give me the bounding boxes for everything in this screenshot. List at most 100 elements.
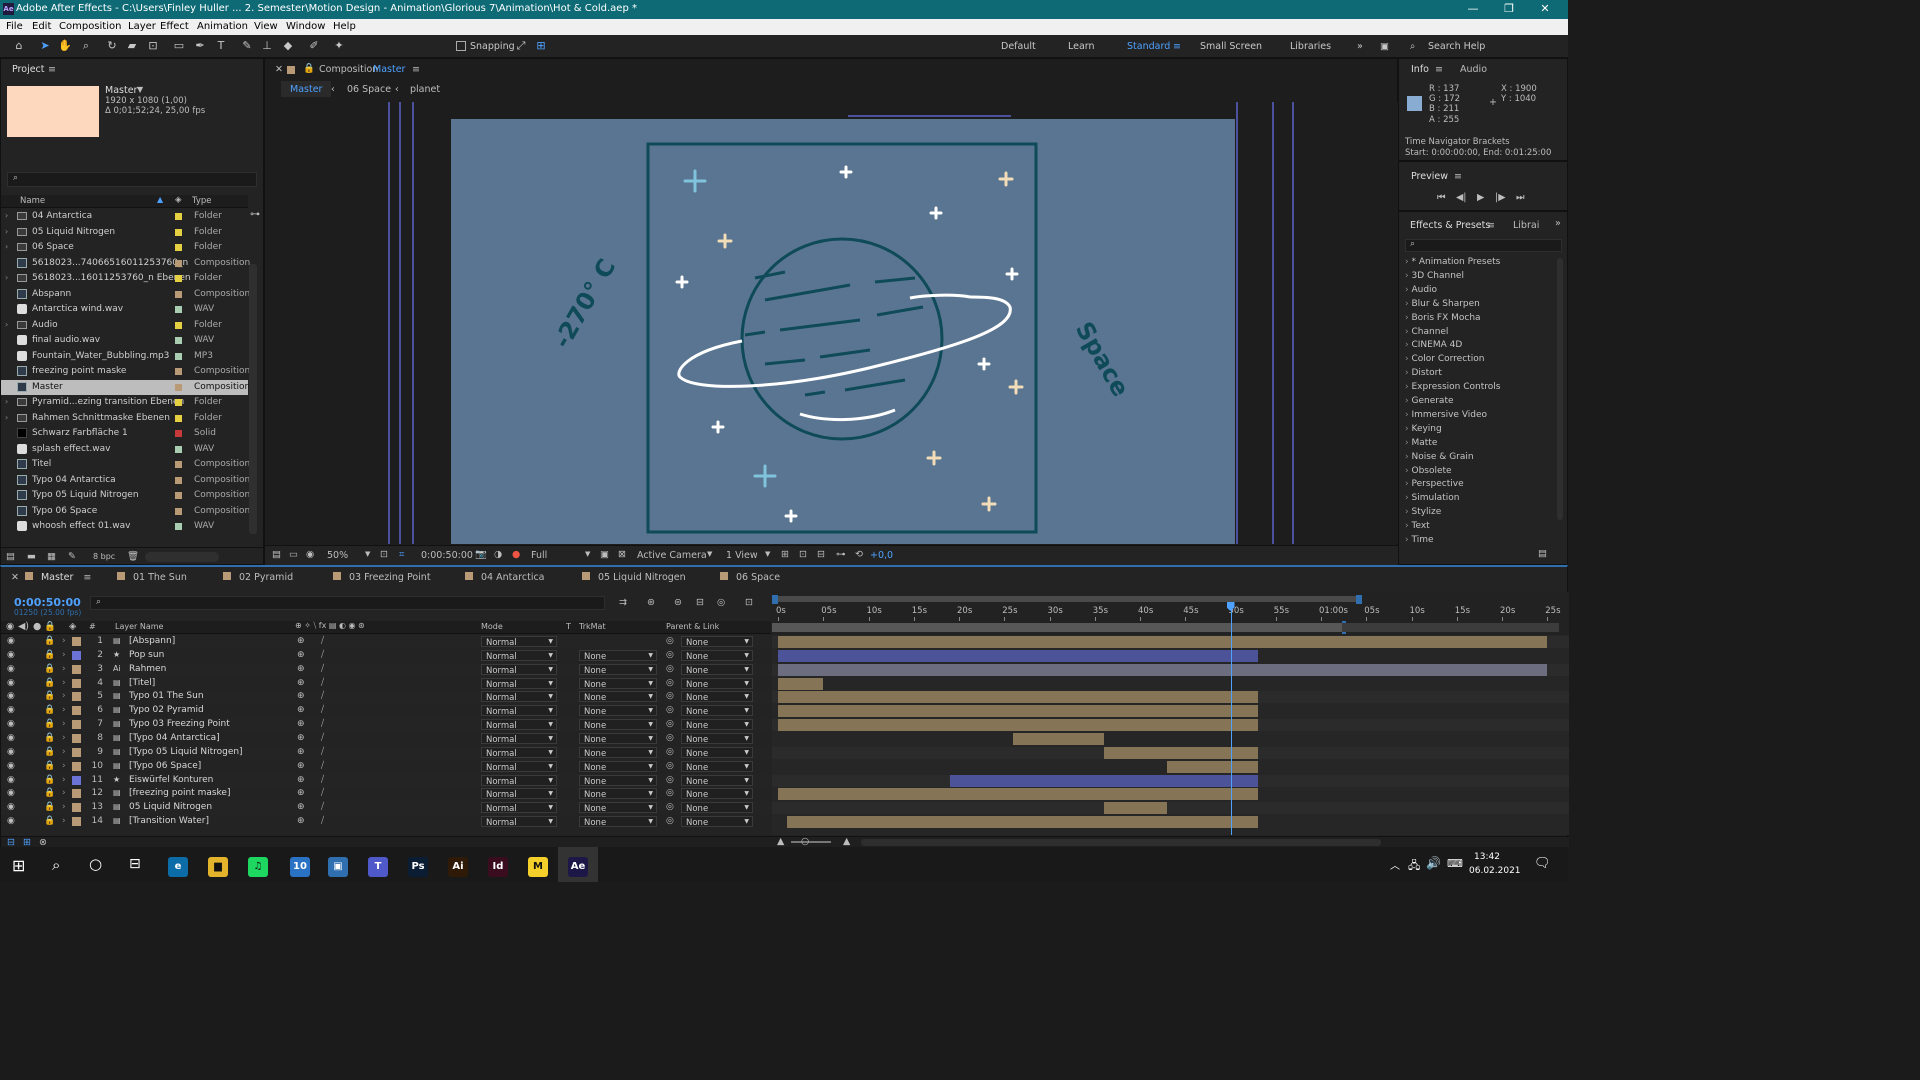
network-icon[interactable]: 🖧 bbox=[1408, 857, 1420, 876]
layer-name[interactable]: Rahmen bbox=[129, 664, 166, 674]
home-icon[interactable]: ⌂ bbox=[12, 39, 26, 53]
project-item[interactable]: › 05 Liquid Nitrogen Folder bbox=[1, 225, 248, 241]
menu-view[interactable]: View bbox=[254, 21, 278, 32]
effect-category[interactable]: › Stylize bbox=[1405, 507, 1441, 517]
layer-label-color[interactable] bbox=[72, 775, 81, 785]
prev-frame-icon[interactable]: ◀| bbox=[1456, 192, 1467, 203]
search-icon[interactable]: ⌕ bbox=[52, 856, 60, 874]
lock-icon[interactable]: 🔒 bbox=[44, 650, 55, 660]
project-item[interactable]: Master Composition bbox=[1, 379, 250, 395]
shy-switch-icon[interactable]: ⊕ bbox=[297, 775, 305, 785]
layer-duration-bar[interactable] bbox=[1013, 732, 1104, 745]
timeline-zoom-slider[interactable] bbox=[791, 841, 831, 843]
audio-switch-icon[interactable]: ◀) bbox=[18, 621, 29, 632]
label-column-icon[interactable]: ◈ bbox=[175, 195, 182, 205]
label-color-swatch[interactable] bbox=[175, 275, 182, 282]
notification-icon[interactable]: 🗨 bbox=[1534, 856, 1551, 871]
clock-time[interactable]: 13:42 bbox=[1474, 852, 1500, 862]
eraser-tool-icon[interactable]: ◆ bbox=[281, 39, 295, 53]
expand-arrow-icon[interactable]: › bbox=[5, 242, 8, 251]
task-view-icon[interactable]: ⊟ bbox=[129, 856, 141, 872]
project-item[interactable]: Abspann Composition bbox=[1, 287, 250, 303]
layer-duration-bar[interactable] bbox=[778, 663, 1548, 676]
quality-switch-icon[interactable]: ⧸ bbox=[321, 761, 324, 771]
layer-search-input[interactable]: ⌕ bbox=[90, 596, 605, 610]
layer-duration-bar[interactable] bbox=[778, 788, 1258, 801]
blend-mode-dropdown[interactable]: Normal ▼ bbox=[481, 705, 557, 717]
new-bin-icon[interactable]: ▤ bbox=[1538, 548, 1547, 559]
bit-depth-label[interactable]: 8 bpc bbox=[93, 552, 115, 561]
timeline-icon[interactable]: ⊟ bbox=[817, 549, 825, 560]
label-color-swatch[interactable] bbox=[175, 213, 182, 220]
layer-label-color[interactable] bbox=[72, 803, 81, 813]
clock-date[interactable]: 06.02.2021 bbox=[1469, 866, 1521, 876]
pickwhip-icon[interactable]: ◎ bbox=[666, 636, 674, 646]
effect-category[interactable]: › Noise & Grain bbox=[1405, 452, 1474, 462]
project-item[interactable]: Titel Composition bbox=[1, 457, 250, 473]
minimize-button[interactable]: — bbox=[1463, 2, 1483, 15]
label-color-swatch[interactable] bbox=[175, 352, 182, 360]
fit-icon[interactable]: ⊡ bbox=[380, 549, 388, 560]
aftereffects-taskbar-icon[interactable]: Ae bbox=[568, 857, 588, 877]
search-help-input[interactable]: Search Help bbox=[1428, 41, 1485, 52]
blend-mode-dropdown[interactable]: Normal ▼ bbox=[481, 719, 557, 731]
layer-label-color[interactable] bbox=[72, 678, 81, 688]
flowchart-icon[interactable]: ⊶ bbox=[250, 209, 260, 220]
project-item[interactable]: › Rahmen Schnittmaske Ebenen Folder bbox=[1, 411, 248, 427]
indesign-taskbar-icon[interactable]: Id bbox=[488, 857, 508, 877]
expand-arrow-icon[interactable]: › bbox=[62, 816, 66, 826]
mail-taskbar-icon[interactable]: 10 bbox=[290, 857, 310, 877]
parent-dropdown[interactable]: None ▼ bbox=[681, 774, 753, 787]
crumb-06-space[interactable]: 06 Space bbox=[347, 84, 391, 95]
quality-switch-icon[interactable]: ⧸ bbox=[321, 636, 324, 646]
trkmat-dropdown[interactable]: None ▼ bbox=[579, 788, 657, 800]
snap-icon[interactable]: ⤢ bbox=[514, 39, 528, 53]
panel-menu-icon[interactable]: ≡ bbox=[1435, 64, 1443, 75]
panel-menu-icon[interactable]: ≡ bbox=[1487, 220, 1495, 231]
layer-label-color[interactable] bbox=[72, 692, 81, 702]
lock-icon[interactable]: 🔒 bbox=[44, 733, 55, 743]
menu-help[interactable]: Help bbox=[333, 21, 356, 32]
new-composition-icon[interactable]: ▦ bbox=[47, 551, 56, 562]
label-color-swatch[interactable] bbox=[175, 306, 182, 313]
edge-taskbar-icon[interactable]: e bbox=[168, 857, 188, 877]
lock-icon[interactable]: 🔒 bbox=[44, 719, 55, 729]
zoom-in-icon[interactable]: ▲ bbox=[843, 836, 850, 847]
layer-row[interactable]: ◉ 🔒 › 4 ▤ [Titel] ⊕ ⧸ Normal ▼ None ▼ ◎ None ▼ bbox=[1, 677, 771, 691]
effect-category[interactable]: › Keying bbox=[1405, 424, 1442, 434]
first-frame-icon[interactable]: ⏮ bbox=[1437, 192, 1446, 203]
layer-row[interactable]: ◉ 🔒 › 8 ▤ [Typo 04 Antarctica] ⊕ ⧸ Normal ▼ None ▼ ◎… bbox=[1, 732, 771, 746]
shy-switch-icon[interactable]: ⊕ bbox=[297, 747, 305, 757]
layer-row[interactable]: ◉ 🔒 › 14 ▤ [Transition Water] ⊕ ⧸ Normal ▼ None ▼ ◎ N… bbox=[1, 815, 771, 829]
expand-arrow-icon[interactable]: › bbox=[5, 320, 8, 329]
layer-row[interactable]: ◉ 🔒 › 7 ▤ Typo 03 Freezing Point ⊕ ⧸ Normal ▼ None… bbox=[1, 718, 771, 733]
photoshop-taskbar-icon[interactable]: Ps bbox=[408, 857, 428, 877]
layer-duration-bar[interactable] bbox=[778, 636, 1548, 648]
lock-icon[interactable]: 🔒 bbox=[44, 664, 55, 674]
workspace-standard[interactable]: Standard bbox=[1127, 41, 1170, 52]
project-item[interactable]: splash effect.wav WAV bbox=[1, 442, 248, 458]
playhead[interactable] bbox=[1230, 603, 1232, 835]
parent-dropdown[interactable]: None ▼ bbox=[681, 816, 753, 828]
workspace-libraries[interactable]: Libraries bbox=[1290, 41, 1331, 52]
trkmat-dropdown[interactable]: None ▼ bbox=[579, 691, 657, 703]
blend-mode-dropdown[interactable]: Normal ▼ bbox=[481, 732, 557, 745]
shy-switch-icon[interactable]: ⊕ bbox=[297, 719, 305, 729]
vr-icon[interactable]: ◉ bbox=[306, 549, 314, 560]
project-item[interactable]: freezing point maske Composition bbox=[1, 364, 250, 380]
windows-start-icon[interactable]: ⊞ bbox=[12, 856, 25, 875]
effect-category[interactable]: › Expression Controls bbox=[1405, 382, 1500, 392]
parent-header[interactable]: Parent & Link bbox=[666, 622, 719, 631]
trkmat-dropdown[interactable]: None ▼ bbox=[579, 663, 657, 676]
project-scrollbar[interactable] bbox=[249, 264, 257, 534]
layer-duration-bar[interactable] bbox=[778, 691, 1258, 704]
shy-switch-icon[interactable]: ⊕ bbox=[297, 761, 305, 771]
effect-category[interactable]: › Immersive Video bbox=[1405, 410, 1487, 420]
quality-switch-icon[interactable]: ⧸ bbox=[321, 678, 324, 688]
parent-dropdown[interactable]: None ▼ bbox=[681, 802, 753, 814]
label-color-swatch[interactable] bbox=[175, 244, 182, 251]
project-tab[interactable]: Project bbox=[12, 64, 45, 75]
rectangle-tool-icon[interactable]: ▭ bbox=[172, 39, 186, 53]
layer-name[interactable]: Pop sun bbox=[129, 650, 164, 660]
blend-mode-dropdown[interactable]: Normal ▼ bbox=[481, 774, 557, 787]
